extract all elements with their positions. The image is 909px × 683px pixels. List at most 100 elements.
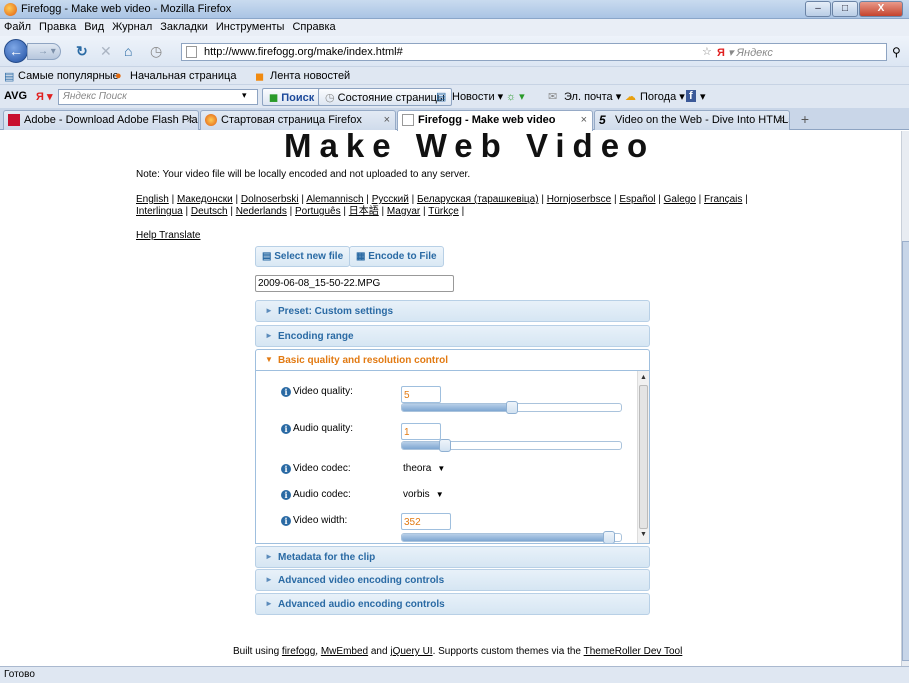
- select-new-file-button[interactable]: ▤ Select new file: [255, 246, 351, 267]
- section-metadata[interactable]: ► Metadata for the clip: [255, 546, 650, 568]
- slider-handle[interactable]: [603, 531, 615, 543]
- avg-logo[interactable]: AVG: [4, 90, 27, 102]
- language-link[interactable]: Nederlands: [236, 206, 287, 217]
- menu-history[interactable]: Журнал: [108, 19, 156, 33]
- page-state-button[interactable]: ◷ Состояние страницы: [318, 88, 452, 106]
- menu-help[interactable]: Справка: [288, 19, 339, 33]
- close-tab-icon[interactable]: ×: [778, 114, 784, 126]
- bookmark-news[interactable]: Лента новостей: [270, 70, 350, 82]
- avg-search-dropdown-icon[interactable]: ▾: [242, 90, 247, 101]
- section-advanced-audio[interactable]: ► Advanced audio encoding controls: [255, 593, 650, 615]
- bookmark-start[interactable]: Начальная страница: [130, 70, 236, 82]
- tab-firefogg[interactable]: Firefogg - Make web video ×: [397, 110, 593, 131]
- section-advanced-video[interactable]: ► Advanced video encoding controls: [255, 569, 650, 591]
- jquery-ui-link[interactable]: jQuery UI: [390, 646, 432, 657]
- search-field[interactable]: Я ▾ Яндекс: [717, 46, 773, 59]
- themeroller-link[interactable]: ThemeRoller Dev Tool: [584, 646, 683, 657]
- section-basic-quality[interactable]: ▼ Basic quality and resolution control: [255, 349, 650, 371]
- tab-dive-into-html5[interactable]: 5 Video on the Web - Dive Into HTML5 ×: [594, 110, 790, 130]
- video-quality-slider[interactable]: [401, 401, 622, 414]
- facebook-dropdown-icon[interactable]: ▾: [700, 90, 706, 103]
- page-scroll-thumb[interactable]: [902, 241, 909, 661]
- close-tab-icon[interactable]: ×: [581, 114, 587, 126]
- scroll-up-icon[interactable]: ▲: [640, 374, 647, 381]
- filename-field[interactable]: 2009-06-08_15-50-22.MPG: [255, 275, 454, 292]
- firefogg-link[interactable]: firefogg: [282, 646, 315, 657]
- menu-tools[interactable]: Инструменты: [212, 19, 289, 33]
- mwembed-link[interactable]: MwEmbed: [321, 646, 368, 657]
- star-icon[interactable]: ☆: [702, 45, 712, 58]
- video-width-slider[interactable]: [401, 531, 622, 543]
- close-tab-icon[interactable]: ×: [384, 114, 390, 126]
- tab-title: Firefogg - Make web video: [418, 114, 556, 126]
- minimize-button[interactable]: –: [805, 1, 831, 17]
- section-encoding-range[interactable]: ► Encoding range: [255, 325, 650, 347]
- menu-bookmarks[interactable]: Закладки: [156, 19, 212, 33]
- avg-news[interactable]: Новости ▾: [452, 90, 503, 103]
- language-link[interactable]: Português: [295, 206, 341, 217]
- language-link[interactable]: Magyar: [387, 206, 420, 217]
- info-icon[interactable]: i: [281, 516, 291, 526]
- video-width-input[interactable]: 352: [401, 513, 451, 530]
- audio-codec-select[interactable]: vorbis ▼: [401, 487, 444, 503]
- audio-quality-input[interactable]: 1: [401, 423, 441, 440]
- language-link[interactable]: Русский: [372, 194, 409, 205]
- page-scrollbar[interactable]: [901, 131, 909, 666]
- url-bar[interactable]: http://www.firefogg.org/make/index.html#…: [181, 43, 887, 61]
- info-icon[interactable]: i: [281, 424, 291, 434]
- forward-button[interactable]: → ▾: [27, 43, 61, 60]
- close-button[interactable]: X: [859, 1, 903, 17]
- slider-handle[interactable]: [506, 401, 518, 414]
- language-link[interactable]: Беларуская (тарашкевіца): [417, 194, 539, 205]
- yandex-toolbar-icon[interactable]: Я ▾: [36, 90, 52, 103]
- language-link[interactable]: 日本語: [349, 206, 379, 217]
- section-preset[interactable]: ► Preset: Custom settings: [255, 300, 650, 322]
- new-tab-button[interactable]: +: [796, 111, 814, 129]
- video-quality-input[interactable]: 5: [401, 386, 441, 403]
- section-label: Basic quality and resolution control: [278, 355, 449, 366]
- stop-icon[interactable]: ✕: [100, 44, 112, 58]
- slider-handle[interactable]: [439, 439, 451, 452]
- menu-file[interactable]: Файл: [0, 19, 35, 33]
- reload-icon[interactable]: ↻: [76, 44, 88, 58]
- language-link[interactable]: Deutsch: [191, 206, 228, 217]
- tab-firefox-start[interactable]: Стартовая страница Firefox ×: [200, 110, 396, 130]
- close-tab-icon[interactable]: ×: [187, 114, 193, 126]
- language-link[interactable]: Español: [619, 194, 655, 205]
- language-link[interactable]: Alemannisch: [306, 194, 363, 205]
- back-button[interactable]: ←: [4, 39, 28, 63]
- language-link[interactable]: Hornjoserbsce: [547, 194, 611, 205]
- info-icon[interactable]: i: [281, 387, 291, 397]
- avg-search-input[interactable]: Яндекс Поиск: [58, 89, 258, 105]
- tab-adobe[interactable]: Adobe - Download Adobe Flash Pla... ×: [3, 110, 199, 130]
- language-link[interactable]: Македонски: [177, 194, 233, 205]
- encode-to-file-button[interactable]: ▦ Encode to File: [349, 246, 444, 267]
- scroll-down-icon[interactable]: ▼: [640, 531, 647, 538]
- menu-edit[interactable]: Правка: [35, 19, 80, 33]
- maximize-button[interactable]: □: [832, 1, 858, 17]
- info-icon[interactable]: i: [281, 490, 291, 500]
- audio-quality-slider[interactable]: [401, 439, 622, 452]
- panel-scroll-thumb[interactable]: [639, 385, 648, 529]
- facebook-icon[interactable]: f: [686, 90, 696, 102]
- language-link[interactable]: Français: [704, 194, 742, 205]
- menu-view[interactable]: Вид: [80, 19, 108, 33]
- search-button[interactable]: ◼ Поиск: [262, 88, 322, 106]
- home-icon[interactable]: ⌂: [124, 44, 132, 58]
- language-link[interactable]: Galego: [664, 194, 696, 205]
- avg-mail[interactable]: Эл. почта ▾: [564, 90, 621, 103]
- section-label: Encoding range: [278, 331, 354, 342]
- language-link[interactable]: Türkçe: [428, 206, 459, 217]
- help-translate-link[interactable]: Help Translate: [136, 230, 200, 241]
- language-link[interactable]: English: [136, 194, 169, 205]
- video-codec-select[interactable]: theora ▼: [401, 461, 445, 477]
- panel-scrollbar[interactable]: ▲ ▼: [637, 371, 649, 543]
- language-link[interactable]: Dolnoserbski: [241, 194, 299, 205]
- avg-weather[interactable]: Погода ▾: [640, 90, 685, 103]
- history-icon[interactable]: ◷: [150, 44, 162, 58]
- translate-icon[interactable]: ☼ ▾: [506, 90, 525, 103]
- search-icon[interactable]: ⚲: [892, 45, 901, 59]
- bookmark-popular[interactable]: Самые популярные: [18, 70, 119, 82]
- language-link[interactable]: Interlingua: [136, 206, 183, 217]
- info-icon[interactable]: i: [281, 464, 291, 474]
